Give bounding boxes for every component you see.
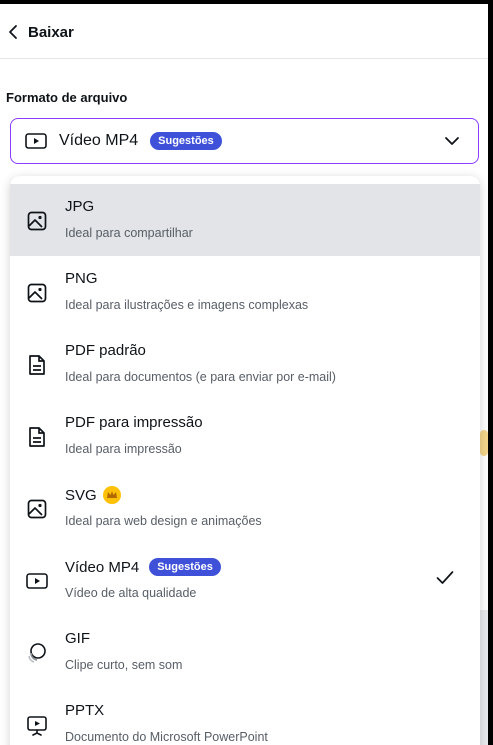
top-border — [0, 0, 493, 4]
option-desc: Ideal para web design e animações — [65, 514, 262, 528]
option-pdf-print[interactable]: PDF para impressão Ideal para impressão — [10, 400, 480, 472]
option-desc: Vídeo de alta qualidade — [65, 586, 197, 600]
option-pptx[interactable]: PPTX Documento do Microsoft PowerPoint — [10, 688, 480, 745]
option-png[interactable]: PNG Ideal para ilustrações e imagens com… — [10, 256, 480, 328]
option-mp4[interactable]: Vídeo MP4 Sugestões Vídeo de alta qualid… — [10, 544, 480, 616]
option-name: Vídeo MP4 Sugestões — [65, 558, 221, 576]
option-pdf-standard[interactable]: PDF padrão Ideal para documentos (e para… — [10, 328, 480, 400]
option-name-text: Vídeo MP4 — [65, 558, 140, 576]
option-svg[interactable]: SVG Ideal para web design e animações — [10, 472, 480, 544]
option-name: PNG — [65, 270, 98, 287]
right-border — [488, 0, 493, 745]
option-gif[interactable]: GIF Clipe curto, sem som — [10, 616, 480, 688]
option-desc: Documento do Microsoft PowerPoint — [65, 730, 268, 744]
gif-icon — [26, 642, 48, 664]
checkmark-icon — [436, 570, 454, 586]
background-scroll — [480, 610, 488, 745]
option-desc: Ideal para documentos (e para enviar por… — [65, 370, 336, 384]
format-dropdown: JPG Ideal para compartilhar PNG Ideal pa… — [10, 176, 480, 745]
option-desc: Ideal para ilustrações e imagens complex… — [65, 298, 309, 312]
selected-format-value: Vídeo MP4 — [59, 132, 139, 149]
option-desc: Ideal para impressão — [65, 442, 182, 456]
option-name: GIF — [65, 630, 90, 647]
suggestions-badge: Sugestões — [149, 558, 221, 576]
document-icon — [26, 426, 48, 448]
option-desc: Ideal para compartilhar — [65, 226, 193, 240]
image-icon — [26, 282, 48, 304]
option-jpg[interactable]: JPG Ideal para compartilhar — [10, 184, 480, 256]
video-icon — [26, 570, 48, 592]
document-icon — [26, 354, 48, 376]
chevron-down-icon — [444, 134, 460, 148]
option-name: PDF para impressão — [65, 414, 203, 431]
presentation-icon — [26, 714, 48, 736]
chevron-left-icon[interactable] — [8, 22, 22, 42]
file-format-select[interactable]: Vídeo MP4 Sugestões — [10, 118, 479, 164]
option-name-text: SVG — [65, 486, 97, 504]
file-format-label: Formato de arquivo — [6, 90, 128, 105]
crown-icon — [102, 486, 121, 504]
video-icon — [25, 132, 47, 150]
image-icon — [26, 498, 48, 520]
download-panel: Baixar Formato de arquivo Vídeo MP4 Suge… — [0, 0, 493, 745]
image-icon — [26, 210, 48, 232]
option-name: JPG — [65, 198, 95, 215]
background-hint — [480, 430, 488, 456]
option-desc: Clipe curto, sem som — [65, 658, 183, 672]
option-name: SVG — [65, 486, 121, 504]
back-header[interactable]: Baixar — [0, 12, 488, 52]
panel-title: Baixar — [28, 23, 74, 41]
header-divider — [0, 58, 488, 59]
option-name: PDF padrão — [65, 342, 146, 359]
suggestions-badge: Sugestões — [150, 132, 222, 150]
option-name: PPTX — [65, 702, 105, 719]
